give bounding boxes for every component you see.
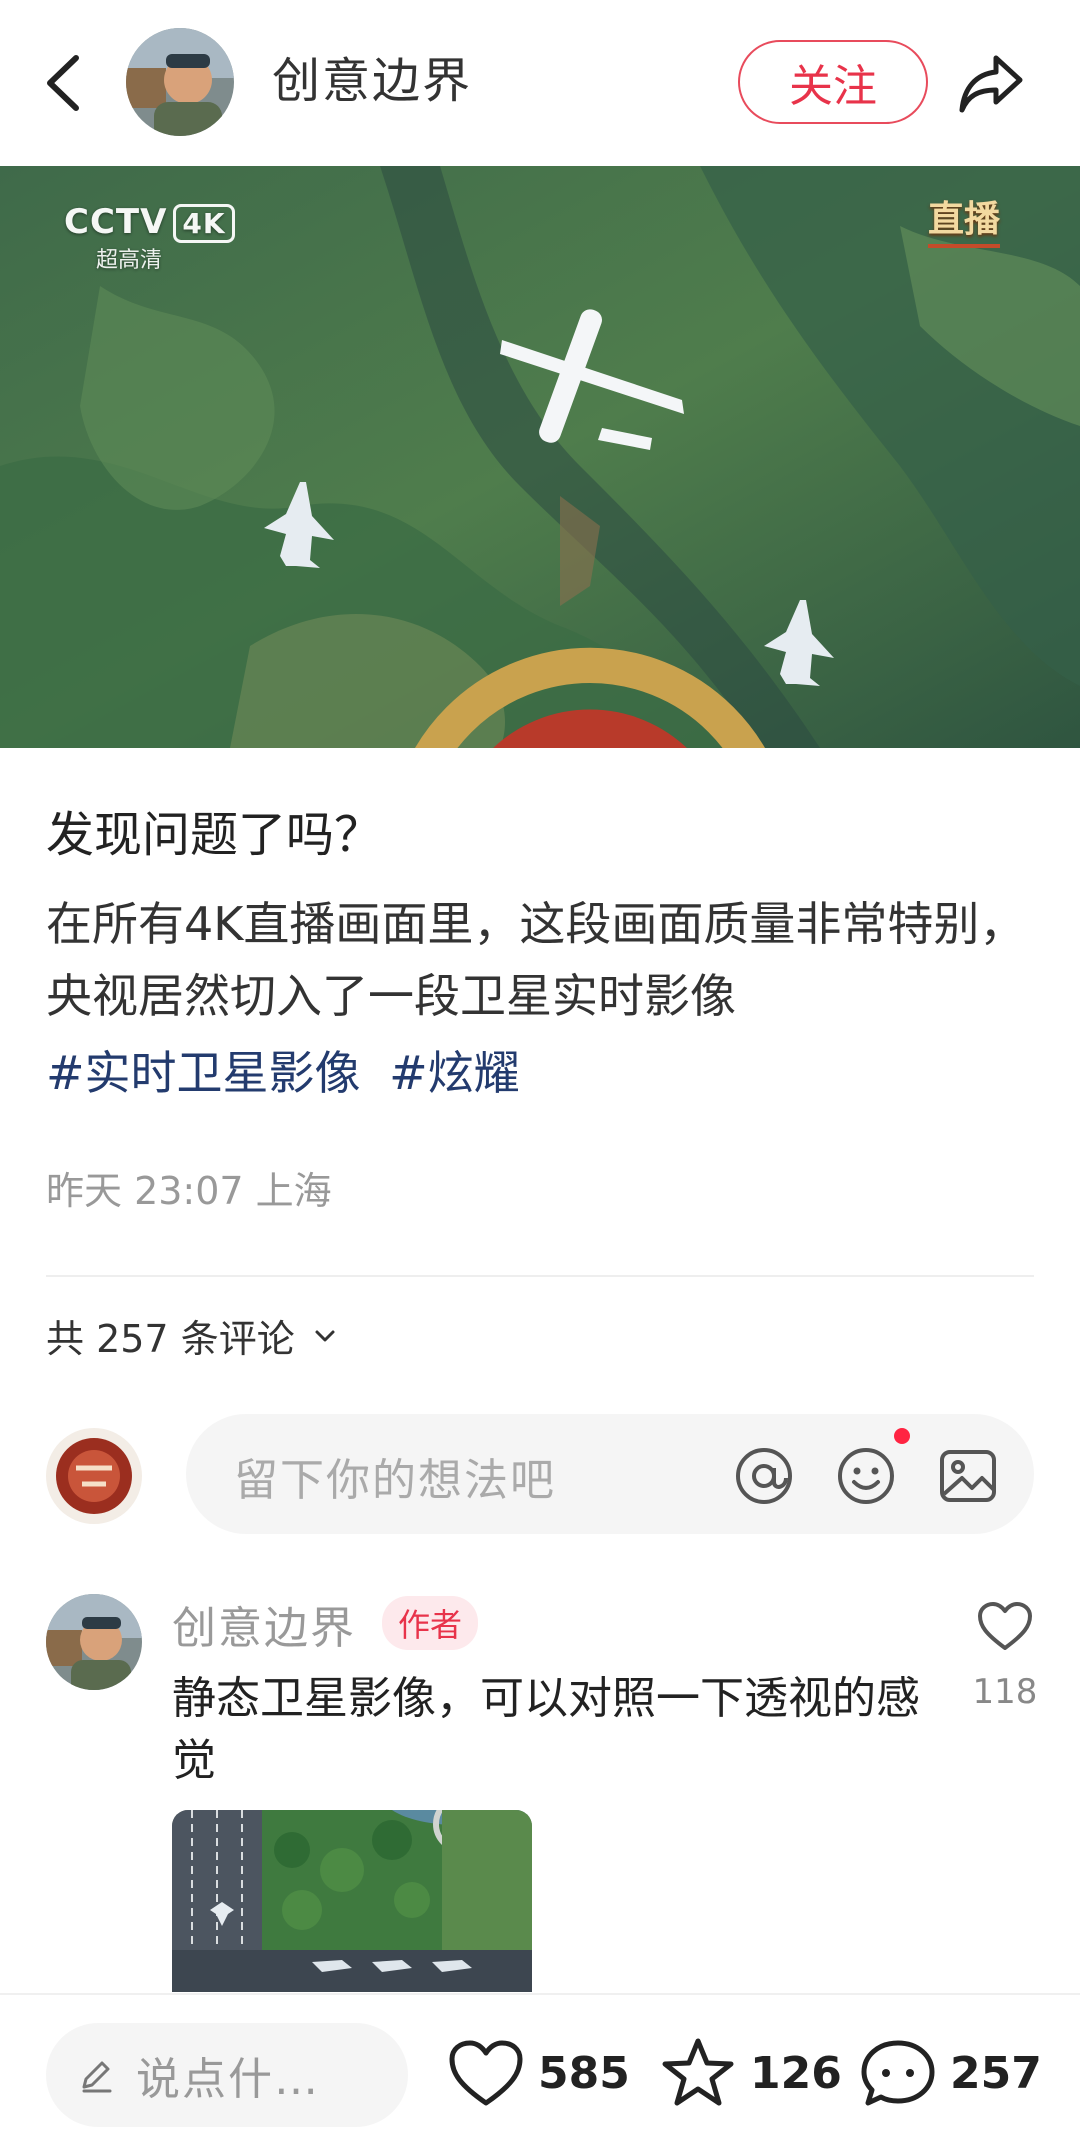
comment-image[interactable] xyxy=(172,1810,532,1992)
comment-input[interactable]: 留下你的想法吧 xyxy=(186,1414,1034,1534)
comment-count: 257 xyxy=(950,2047,1042,2099)
top-bar: 创意边界 关注 xyxy=(0,0,1080,166)
my-avatar[interactable] xyxy=(46,1428,142,1524)
quick-comment-placeholder: 说点什… xyxy=(136,2054,320,2105)
comment-button[interactable]: 257 xyxy=(860,2037,1042,2109)
author-name[interactable]: 创意边界 xyxy=(272,46,472,116)
comment-author-avatar[interactable] xyxy=(46,1594,142,1690)
comments-sort-toggle[interactable]: 共 257 条评论 xyxy=(46,1308,337,1363)
at-icon[interactable] xyxy=(734,1446,794,1506)
author-badge: 作者 xyxy=(382,1596,479,1650)
quality-subtitle: 超高清 xyxy=(96,248,163,273)
chevron-left-icon xyxy=(47,55,79,111)
collect-count: 126 xyxy=(750,2047,842,2099)
anniversary-emblem: 80 1945-2025 xyxy=(50,586,765,748)
post-body: 在所有4K直播画面里，这段画面质量非常特别，央视居然切入了一段卫星实时影像 xyxy=(46,897,1026,1023)
divider xyxy=(46,1275,1034,1277)
comment-input-placeholder: 留下你的想法吧 xyxy=(234,1455,556,1506)
notification-dot xyxy=(894,1428,910,1444)
bottom-action-bar: 说点什… 585 126 257 xyxy=(0,1993,1080,2145)
post-tags: #实时卫星影像 #炫耀 xyxy=(46,1037,534,1109)
tag-link[interactable]: #实时卫星影像 xyxy=(46,1046,361,1100)
emoji-icon[interactable] xyxy=(836,1446,896,1506)
share-icon xyxy=(959,55,1023,113)
collect-button[interactable]: 126 xyxy=(660,2037,842,2109)
chevron-down-icon xyxy=(315,1330,335,1341)
pencil-icon xyxy=(82,2061,112,2093)
back-button[interactable] xyxy=(40,50,84,116)
image-icon[interactable] xyxy=(938,1446,998,1506)
comments-count-label: 共 257 条评论 xyxy=(46,1317,295,1361)
author-avatar[interactable] xyxy=(126,28,234,136)
comment-like-count: 118 xyxy=(972,1672,1038,1712)
post-title: 发现问题了吗？ xyxy=(46,807,383,863)
share-button[interactable] xyxy=(956,50,1026,116)
comment-text[interactable]: 静态卫星影像，可以对照一下透视的感觉 xyxy=(172,1668,932,1792)
comment-author-name[interactable]: 创意边界 xyxy=(172,1592,356,1656)
post-video[interactable]: CCTV4K 超高清 直播 80 1945-2025 xyxy=(0,166,1080,748)
post-meta: 昨天 23:07 上海 xyxy=(46,1169,332,1213)
heart-icon xyxy=(449,2040,523,2106)
comment-bubble-icon xyxy=(861,2040,935,2106)
channel-logo: CCTV 4K xyxy=(64,202,235,243)
live-label: 直播 xyxy=(927,190,1000,248)
heart-icon xyxy=(978,1602,1032,1650)
tag-link[interactable]: #炫耀 xyxy=(389,1046,520,1100)
follow-button[interactable]: 关注 xyxy=(738,40,928,124)
star-icon xyxy=(662,2038,734,2106)
like-button[interactable]: 585 xyxy=(448,2037,630,2109)
like-count: 585 xyxy=(538,2047,630,2099)
quick-comment-input[interactable]: 说点什… xyxy=(46,2023,408,2127)
comment-like-button[interactable] xyxy=(976,1600,1034,1652)
